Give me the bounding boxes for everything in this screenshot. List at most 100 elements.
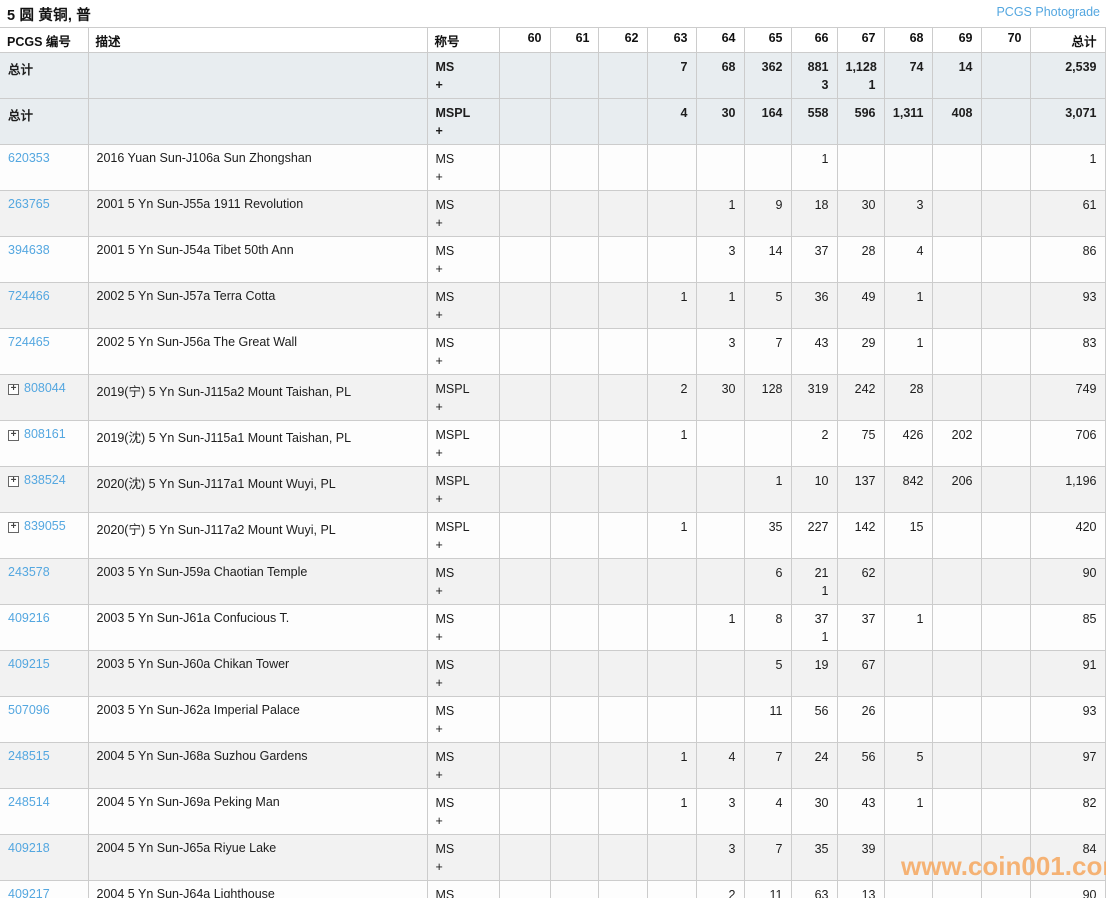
grade-69-cell	[932, 743, 981, 789]
grade-69-cell	[932, 145, 981, 191]
designation-cell: MS+	[427, 789, 499, 835]
total-cell: 93	[1030, 697, 1105, 743]
grade-61-cell	[550, 329, 598, 375]
pcgs-number-link[interactable]: 248515	[8, 749, 50, 763]
grade-62-cell	[598, 513, 647, 559]
grade-65-cell: 5	[744, 651, 791, 697]
coin-description: 2020(沈) 5 Yn Sun-J117a1 Mount Wuyi, PL	[88, 467, 427, 513]
grade-60-cell	[499, 513, 550, 559]
pcgs-number-link[interactable]: 620353	[8, 151, 50, 165]
pcgs-number-link[interactable]: 808044	[24, 381, 66, 395]
grade-63-cell	[647, 145, 696, 191]
grade-67-cell	[837, 145, 884, 191]
table-row: 4092182004 5 Yn Sun-J65a Riyue LakeMS+37…	[0, 835, 1105, 881]
grade-65-cell: 9	[744, 191, 791, 237]
grade-66-cell: 18	[791, 191, 837, 237]
grade-67-cell: 596	[837, 99, 884, 145]
pcgs-number-link[interactable]: 409218	[8, 841, 50, 855]
total-cell: 85	[1030, 605, 1105, 651]
grade-67-cell: 29	[837, 329, 884, 375]
pcgs-number-link[interactable]: 724465	[8, 335, 50, 349]
grade-63-cell: 1	[647, 743, 696, 789]
grade-68-cell	[884, 145, 932, 191]
header-grade-62: 62	[598, 28, 647, 53]
coin-description: 2001 5 Yn Sun-J54a Tibet 50th Ann	[88, 237, 427, 283]
grade-70-cell	[981, 145, 1030, 191]
pcgs-number-link[interactable]: 248514	[8, 795, 50, 809]
grade-69-cell	[932, 283, 981, 329]
summary-row: 总计MSPL+4301645585961,3114083,071	[0, 99, 1105, 145]
grade-64-cell	[696, 513, 744, 559]
grade-62-cell	[598, 559, 647, 605]
pcgs-number-link[interactable]: 838524	[24, 473, 66, 487]
table-row: 2485152004 5 Yn Sun-J68a Suzhou GardensM…	[0, 743, 1105, 789]
grade-70-cell	[981, 99, 1030, 145]
total-cell: 2,539	[1030, 53, 1105, 99]
expand-icon[interactable]: +	[8, 522, 19, 533]
coin-description: 2001 5 Yn Sun-J55a 1911 Revolution	[88, 191, 427, 237]
grade-65-cell	[744, 421, 791, 467]
pcgs-number-link[interactable]: 409215	[8, 657, 50, 671]
header-grade-66: 66	[791, 28, 837, 53]
grade-60-cell	[499, 283, 550, 329]
grade-62-cell	[598, 697, 647, 743]
header-grade-65: 65	[744, 28, 791, 53]
pcgs-number-cell: 409216	[0, 605, 88, 651]
grade-64-cell: 2	[696, 881, 744, 898]
grade-69-cell: 408	[932, 99, 981, 145]
total-cell: 83	[1030, 329, 1105, 375]
pcgs-number-link[interactable]: 409216	[8, 611, 50, 625]
grade-61-cell	[550, 375, 598, 421]
photograde-link[interactable]: PCGS Photograde	[996, 5, 1100, 19]
total-cell: 90	[1030, 881, 1105, 898]
grade-67-cell: 142	[837, 513, 884, 559]
grade-68-cell	[884, 651, 932, 697]
grade-61-cell	[550, 513, 598, 559]
pcgs-number-link[interactable]: 808161	[24, 427, 66, 441]
grade-70-cell	[981, 467, 1030, 513]
grade-66-cell: 10	[791, 467, 837, 513]
header-grade-70: 70	[981, 28, 1030, 53]
pcgs-number-link[interactable]: 409217	[8, 887, 50, 898]
grade-66-cell: 2	[791, 421, 837, 467]
header-description: 描述	[88, 28, 427, 53]
coin-description: 2004 5 Yn Sun-J69a Peking Man	[88, 789, 427, 835]
grade-69-cell: 14	[932, 53, 981, 99]
expand-icon[interactable]: +	[8, 384, 19, 395]
total-cell: 90	[1030, 559, 1105, 605]
grade-70-cell	[981, 421, 1030, 467]
grade-69-cell	[932, 329, 981, 375]
grade-61-cell	[550, 99, 598, 145]
grade-61-cell	[550, 237, 598, 283]
expand-icon[interactable]: +	[8, 430, 19, 441]
pcgs-number-link[interactable]: 263765	[8, 197, 50, 211]
pcgs-number-link[interactable]: 243578	[8, 565, 50, 579]
grade-63-cell: 1	[647, 789, 696, 835]
grade-68-cell	[884, 835, 932, 881]
grade-65-cell: 11	[744, 697, 791, 743]
grade-68-cell: 842	[884, 467, 932, 513]
grade-68-cell: 4	[884, 237, 932, 283]
grade-70-cell	[981, 605, 1030, 651]
pcgs-number-cell: +838524	[0, 467, 88, 513]
table-row: 263765 2001 5 Yn Sun-J55a 1911 Revolution…	[0, 191, 1105, 237]
pcgs-number-link[interactable]: 507096	[8, 703, 50, 717]
designation-cell: MSPL+	[427, 421, 499, 467]
grade-70-cell	[981, 375, 1030, 421]
pcgs-number-link[interactable]: 724466	[8, 289, 50, 303]
grade-64-cell: 1	[696, 283, 744, 329]
grade-66-cell: 319	[791, 375, 837, 421]
pcgs-number-link[interactable]: 839055	[24, 519, 66, 533]
grade-69-cell	[932, 237, 981, 283]
grade-64-cell: 1	[696, 191, 744, 237]
grade-61-cell	[550, 191, 598, 237]
table-row: 2435782003 5 Yn Sun-J59a Chaotian Temple…	[0, 559, 1105, 605]
expand-icon[interactable]: +	[8, 476, 19, 487]
pcgs-number-link[interactable]: 394638	[8, 243, 50, 257]
pcgs-number-cell: 409218	[0, 835, 88, 881]
grade-61-cell	[550, 743, 598, 789]
grade-64-cell: 4	[696, 743, 744, 789]
grade-63-cell	[647, 605, 696, 651]
grade-63-cell	[647, 559, 696, 605]
grade-62-cell	[598, 375, 647, 421]
